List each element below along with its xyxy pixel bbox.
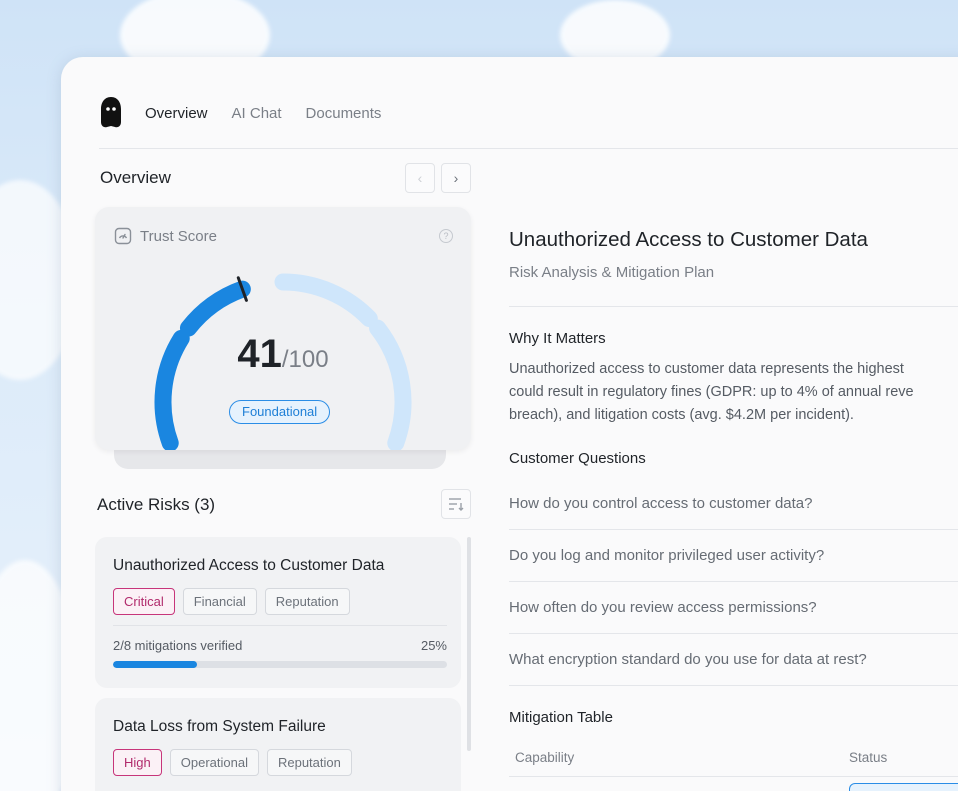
risk-card[interactable]: Unauthorized Access to Customer Data Cri… <box>95 537 461 688</box>
divider <box>113 625 447 626</box>
chevron-right-icon: › <box>453 170 459 186</box>
score-max: /100 <box>281 346 329 373</box>
risk-title: Unauthorized Access to Customer Data <box>113 557 385 574</box>
detail-title: Unauthorized Access to Customer Data <box>509 228 868 251</box>
question-item[interactable]: What encryption standard do you use for … <box>509 651 867 668</box>
column-header-status[interactable]: Status <box>849 750 887 765</box>
card-stack-shadow <box>114 449 446 469</box>
category-tag: Operational <box>169 749 259 776</box>
maturity-badge: Foundational <box>229 400 331 424</box>
risk-title: Data Loss from System Failure <box>113 718 326 735</box>
why-it-matters-text: Unauthorized access to customer data rep… <box>509 361 904 377</box>
detail-subtitle: Risk Analysis & Mitigation Plan <box>509 264 715 281</box>
trust-score-card: Trust Score ? 41/100 Foundational <box>95 207 471 450</box>
active-risks-heading: Active Risks (3) <box>97 495 216 514</box>
gauge-segment <box>179 280 251 337</box>
column-header-capability[interactable]: Capability <box>515 750 574 765</box>
divider <box>509 633 958 634</box>
sort-button[interactable] <box>441 489 471 519</box>
divider <box>509 685 958 686</box>
why-it-matters-text: breach), and litigation costs (avg. $4.2… <box>509 407 854 423</box>
prev-button[interactable]: ‹ <box>405 163 435 193</box>
customer-questions-heading: Customer Questions <box>509 450 646 467</box>
severity-tag-critical: Critical <box>113 588 175 615</box>
ghost-logo-icon <box>101 97 121 128</box>
progress-fill <box>113 661 197 668</box>
mitigations-count: 2/8 mitigations verified <box>113 638 243 653</box>
divider <box>509 529 958 530</box>
mitigations-percent: 25% <box>420 638 447 653</box>
question-item[interactable]: How often do you review access permissio… <box>509 599 817 616</box>
risk-card[interactable]: Data Loss from System Failure High Opera… <box>95 698 461 791</box>
divider <box>509 581 958 582</box>
why-it-matters-heading: Why It Matters <box>509 330 606 347</box>
why-it-matters-text: could result in regulatory fines (GDPR: … <box>509 384 914 400</box>
tab-ai-chat[interactable]: AI Chat <box>232 105 282 122</box>
divider <box>509 776 958 777</box>
risk-list-scrollbar[interactable] <box>467 537 471 751</box>
mitigation-progress-bar <box>113 661 447 668</box>
mitigation-table-heading: Mitigation Table <box>509 709 613 726</box>
trust-score-value: 41/100 <box>95 332 471 377</box>
tab-overview[interactable]: Overview <box>145 105 208 122</box>
risk-tags: High Operational Reputation <box>113 749 360 776</box>
divider <box>509 306 958 307</box>
category-tag: Reputation <box>264 588 350 615</box>
overview-heading: Overview <box>100 168 171 187</box>
risk-detail-panel: Unauthorized Access to Customer Data Ris… <box>509 57 958 791</box>
gauge-segment <box>274 273 378 328</box>
tab-documents[interactable]: Documents <box>306 105 382 122</box>
question-item[interactable]: Do you log and monitor privileged user a… <box>509 547 824 564</box>
chevron-left-icon: ‹ <box>417 170 423 186</box>
category-tag: Reputation <box>266 749 352 776</box>
category-tag: Financial <box>182 588 257 615</box>
risk-tags: Critical Financial Reputation <box>113 588 358 615</box>
score-number: 41 <box>237 332 282 376</box>
app-window: Overview AI Chat Documents Overview ‹ › … <box>61 57 958 791</box>
severity-tag-high: High <box>113 749 162 776</box>
top-nav: Overview AI Chat Documents <box>99 93 405 133</box>
status-pill <box>849 783 958 791</box>
next-button[interactable]: › <box>441 163 471 193</box>
question-item[interactable]: How do you control access to customer da… <box>509 495 813 512</box>
sort-icon <box>449 498 464 511</box>
